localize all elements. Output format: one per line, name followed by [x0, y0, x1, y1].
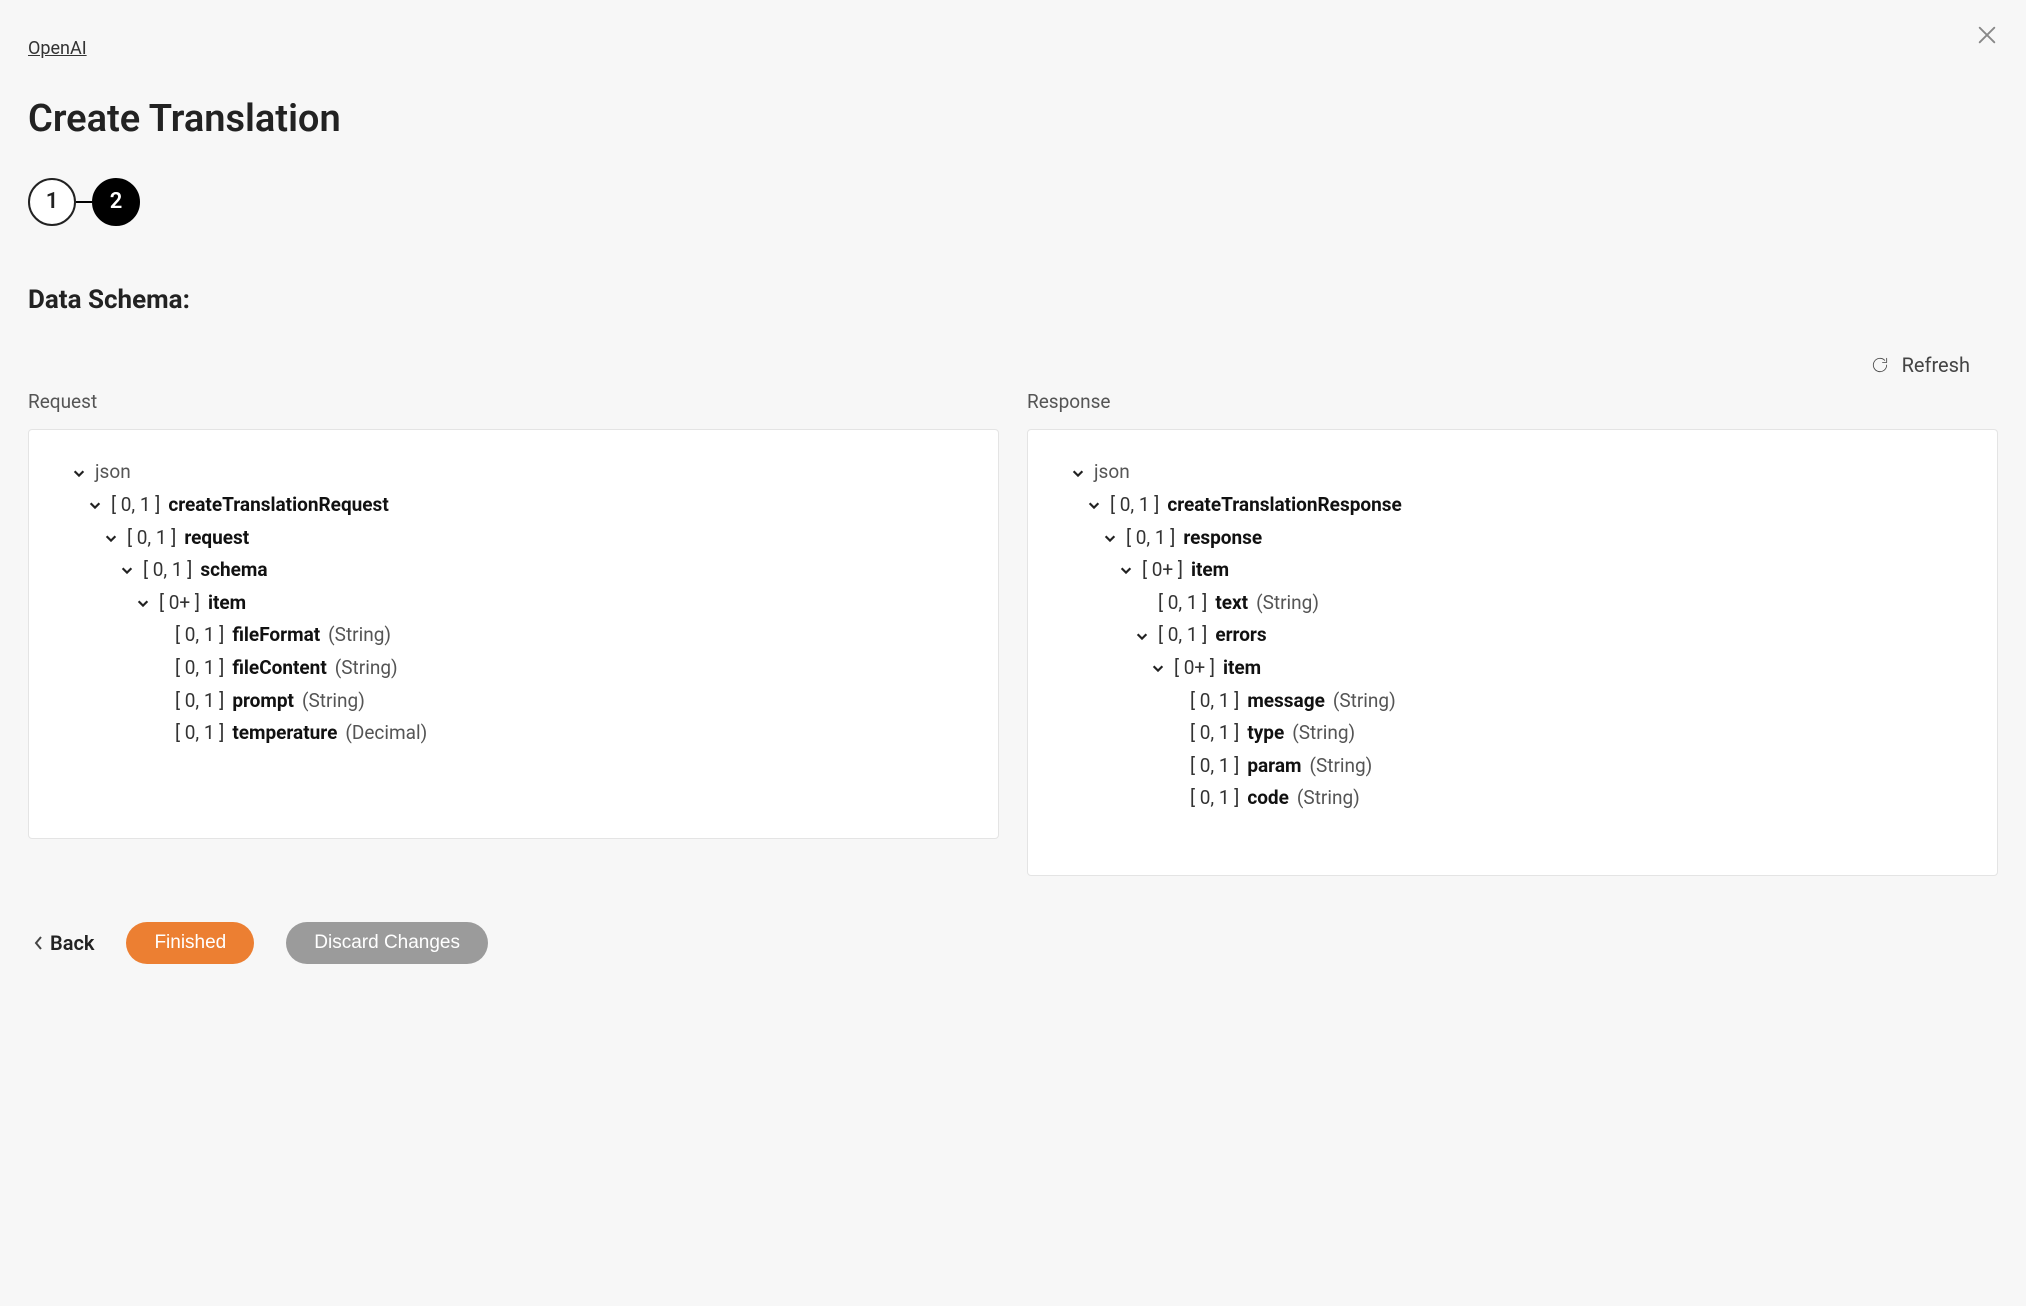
cardinality: [ 0, 1 ]	[1190, 785, 1239, 812]
close-icon	[1976, 24, 1998, 46]
section-heading: Data Schema:	[28, 282, 1998, 318]
node-type: (Decimal)	[345, 720, 427, 747]
response-node-2[interactable]: [ 0, 1 ] response	[1046, 522, 1979, 555]
node-name: schema	[200, 557, 267, 584]
request-node-0[interactable]: json	[47, 456, 980, 489]
refresh-button[interactable]: Refresh	[28, 351, 1998, 379]
chevron-down-icon[interactable]	[1118, 562, 1134, 578]
response-node-1[interactable]: [ 0, 1 ] createTranslationResponse	[1046, 489, 1979, 522]
refresh-label: Refresh	[1902, 351, 1970, 379]
node-name: json	[1094, 459, 1130, 486]
node-type: (String)	[1292, 720, 1355, 747]
response-node-4[interactable]: [ 0, 1 ] text (String)	[1046, 587, 1979, 620]
node-name: item	[1191, 557, 1229, 584]
node-name: text	[1215, 590, 1248, 617]
node-type: (String)	[1309, 753, 1372, 780]
back-button[interactable]: Back	[34, 929, 94, 957]
request-node-5[interactable]: [ 0, 1 ] fileFormat (String)	[47, 619, 980, 652]
node-type: (String)	[302, 688, 365, 715]
node-name: temperature	[232, 720, 337, 747]
cardinality: [ 0, 1 ]	[1190, 720, 1239, 747]
response-node-10[interactable]: [ 0, 1 ] code (String)	[1046, 782, 1979, 815]
chevron-down-icon[interactable]	[1134, 628, 1150, 644]
node-name: code	[1247, 785, 1289, 812]
node-name: fileContent	[232, 655, 326, 682]
finished-button[interactable]: Finished	[126, 922, 254, 964]
node-type: (String)	[335, 655, 398, 682]
step-1[interactable]: 1	[28, 178, 76, 226]
cardinality: [ 0+ ]	[159, 590, 200, 617]
cardinality: [ 0, 1 ]	[1158, 622, 1207, 649]
node-name: item	[1223, 655, 1261, 682]
node-name: fileFormat	[232, 622, 320, 649]
request-node-7[interactable]: [ 0, 1 ] prompt (String)	[47, 685, 980, 718]
request-node-3[interactable]: [ 0, 1 ] schema	[47, 554, 980, 587]
close-button[interactable]	[1976, 24, 1998, 53]
cardinality: [ 0, 1 ]	[175, 622, 224, 649]
node-name: param	[1247, 753, 1301, 780]
request-column-label: Request	[28, 389, 999, 416]
cardinality: [ 0, 1 ]	[1190, 753, 1239, 780]
node-name: message	[1247, 688, 1325, 715]
cardinality: [ 0, 1 ]	[175, 655, 224, 682]
node-name: createTranslationResponse	[1167, 492, 1401, 519]
node-type: (String)	[1297, 785, 1360, 812]
refresh-icon	[1870, 355, 1890, 375]
response-schema-panel: json[ 0, 1 ] createTranslationResponse[ …	[1027, 429, 1998, 876]
request-node-4[interactable]: [ 0+ ] item	[47, 587, 980, 620]
cardinality: [ 0, 1 ]	[1190, 688, 1239, 715]
chevron-down-icon[interactable]	[87, 497, 103, 513]
chevron-down-icon[interactable]	[1086, 497, 1102, 513]
discard-changes-button[interactable]: Discard Changes	[286, 922, 488, 964]
chevron-down-icon[interactable]	[1150, 660, 1166, 676]
cardinality: [ 0, 1 ]	[111, 492, 160, 519]
cardinality: [ 0+ ]	[1142, 557, 1183, 584]
node-type: (String)	[328, 622, 391, 649]
node-name: json	[95, 459, 131, 486]
node-name: type	[1247, 720, 1284, 747]
chevron-down-icon[interactable]	[1102, 530, 1118, 546]
cardinality: [ 0, 1 ]	[1158, 590, 1207, 617]
chevron-down-icon[interactable]	[119, 562, 135, 578]
chevron-down-icon[interactable]	[1070, 465, 1086, 481]
cardinality: [ 0, 1 ]	[175, 720, 224, 747]
request-node-1[interactable]: [ 0, 1 ] createTranslationRequest	[47, 489, 980, 522]
cardinality: [ 0, 1 ]	[1126, 525, 1175, 552]
cardinality: [ 0, 1 ]	[175, 688, 224, 715]
node-name: createTranslationRequest	[168, 492, 388, 519]
node-name: response	[1183, 525, 1262, 552]
node-type: (String)	[1256, 590, 1319, 617]
response-node-7[interactable]: [ 0, 1 ] message (String)	[1046, 685, 1979, 718]
response-node-8[interactable]: [ 0, 1 ] type (String)	[1046, 717, 1979, 750]
request-node-6[interactable]: [ 0, 1 ] fileContent (String)	[47, 652, 980, 685]
chevron-down-icon[interactable]	[71, 465, 87, 481]
node-name: item	[208, 590, 246, 617]
node-name: errors	[1215, 622, 1266, 649]
request-node-8[interactable]: [ 0, 1 ] temperature (Decimal)	[47, 717, 980, 750]
request-schema-panel: json[ 0, 1 ] createTranslationRequest[ 0…	[28, 429, 999, 839]
cardinality: [ 0, 1 ]	[143, 557, 192, 584]
step-indicator: 1 2	[28, 178, 1998, 226]
chevron-down-icon[interactable]	[103, 530, 119, 546]
cardinality: [ 0, 1 ]	[127, 525, 176, 552]
node-name: prompt	[232, 688, 294, 715]
chevron-left-icon	[34, 935, 44, 951]
step-2[interactable]: 2	[92, 178, 140, 226]
back-label: Back	[50, 929, 94, 957]
breadcrumb[interactable]: OpenAI	[28, 36, 87, 61]
page-title: Create Translation	[28, 93, 1998, 146]
node-type: (String)	[1333, 688, 1396, 715]
step-connector	[76, 201, 92, 203]
cardinality: [ 0, 1 ]	[1110, 492, 1159, 519]
response-column-label: Response	[1027, 389, 1998, 416]
response-node-0[interactable]: json	[1046, 456, 1979, 489]
chevron-down-icon[interactable]	[135, 595, 151, 611]
response-node-9[interactable]: [ 0, 1 ] param (String)	[1046, 750, 1979, 783]
cardinality: [ 0+ ]	[1174, 655, 1215, 682]
response-node-3[interactable]: [ 0+ ] item	[1046, 554, 1979, 587]
request-node-2[interactable]: [ 0, 1 ] request	[47, 522, 980, 555]
node-name: request	[184, 525, 249, 552]
response-node-5[interactable]: [ 0, 1 ] errors	[1046, 619, 1979, 652]
response-node-6[interactable]: [ 0+ ] item	[1046, 652, 1979, 685]
